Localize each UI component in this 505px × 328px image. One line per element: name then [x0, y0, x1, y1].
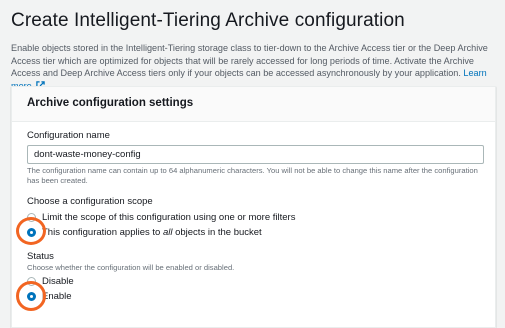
status-option-disable[interactable]: Disable [27, 275, 74, 288]
scope-filter-radio[interactable] [27, 213, 36, 222]
scope-option-all[interactable]: This configuration applies to all object… [27, 226, 262, 239]
config-name-hint: The configuration name can contain up to… [27, 166, 478, 185]
status-enable-label: Enable [42, 291, 72, 302]
panel-title: Archive configuration settings [27, 97, 194, 109]
scope-all-suffix: objects in the bucket [172, 227, 262, 238]
page-description: Enable objects stored in the Intelligent… [11, 42, 499, 92]
status-enable-radio[interactable] [27, 292, 36, 301]
page-description-text: Enable objects stored in the Intelligent… [11, 43, 488, 78]
page-title: Create Intelligent-Tiering Archive confi… [11, 10, 405, 31]
status-label: Status [27, 251, 54, 262]
status-hint: Choose whether the configuration will be… [27, 263, 235, 272]
config-name-label: Configuration name [27, 130, 110, 141]
status-option-enable[interactable]: Enable [27, 290, 72, 303]
config-name-input[interactable] [27, 145, 484, 164]
panel-header: Archive configuration settings [12, 87, 495, 122]
scope-all-label: This configuration applies to all object… [42, 227, 262, 238]
scope-all-radio[interactable] [27, 228, 36, 237]
scope-label: Choose a configuration scope [27, 196, 153, 207]
status-disable-label: Disable [42, 276, 74, 287]
scope-option-filter[interactable]: Limit the scope of this configuration us… [27, 211, 295, 224]
archive-settings-panel: Archive configuration settings Configura… [11, 86, 496, 328]
scope-filter-label: Limit the scope of this configuration us… [42, 212, 296, 223]
status-disable-radio[interactable] [27, 277, 36, 286]
scope-all-prefix: This configuration applies to [42, 227, 163, 238]
